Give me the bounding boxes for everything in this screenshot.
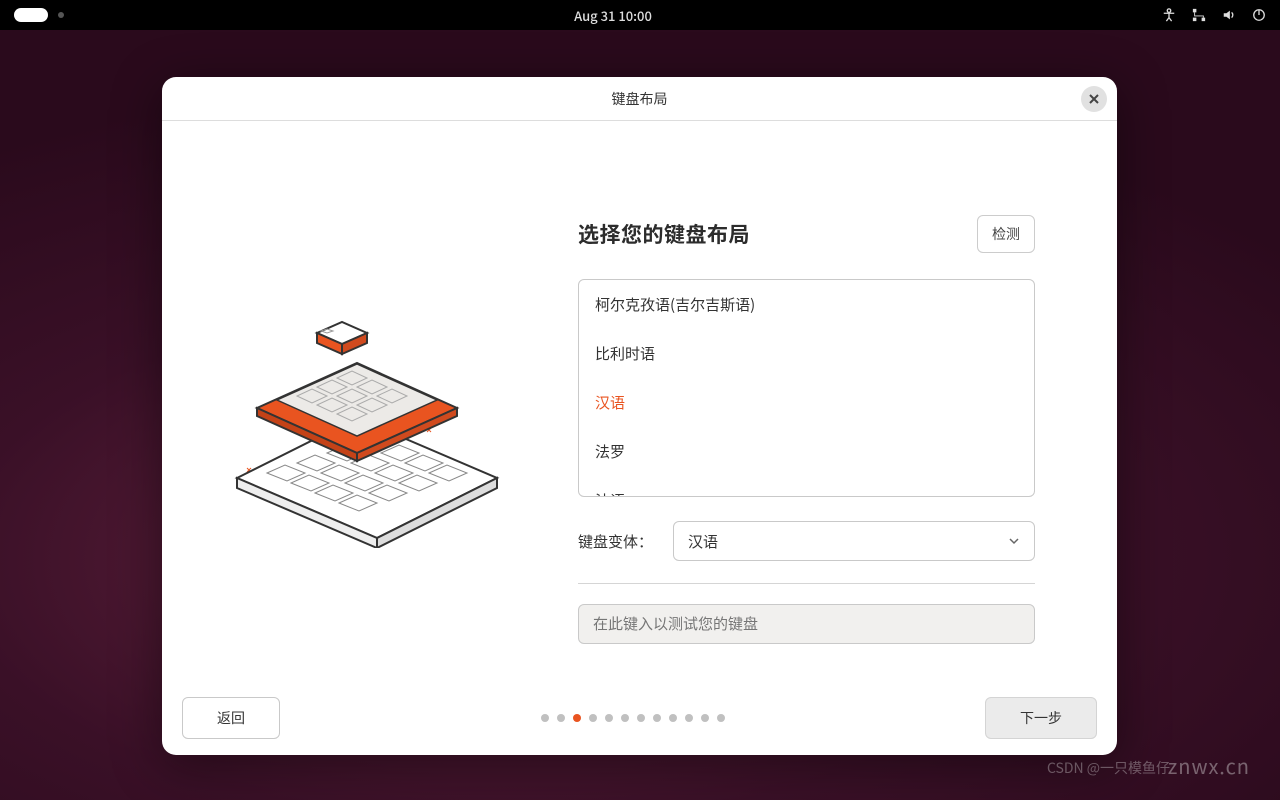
step-dot — [589, 714, 597, 722]
step-dot — [621, 714, 629, 722]
step-dot — [605, 714, 613, 722]
step-dots — [541, 714, 725, 722]
activities-pill[interactable] — [14, 8, 48, 22]
list-item[interactable]: 柯尔克孜语(吉尔吉斯语) — [579, 280, 1034, 329]
step-dot — [637, 714, 645, 722]
list-item[interactable]: 比利时语 — [579, 329, 1034, 378]
dialog-title: 键盘布局 — [612, 89, 668, 109]
dialog-content: 选择您的键盘布局 检测 柯尔克孜语(吉尔吉斯语)比利时语汉语法罗法语 键盘变体：… — [162, 121, 1117, 695]
power-icon[interactable] — [1252, 8, 1266, 22]
list-item[interactable]: 法语 — [579, 476, 1034, 497]
next-button[interactable]: 下一步 — [985, 697, 1097, 739]
dialog-footer: 返回 下一步 — [162, 695, 1117, 755]
network-icon[interactable] — [1192, 8, 1206, 22]
watermark-author: CSDN @一只模鱼仔 — [1047, 758, 1170, 778]
dialog-header: 键盘布局 — [162, 77, 1117, 121]
step-dot — [653, 714, 661, 722]
variant-select-value: 汉语 — [688, 531, 718, 552]
divider — [578, 583, 1035, 584]
step-dot — [685, 714, 693, 722]
illustration-pane — [162, 121, 572, 695]
gnome-topbar: Aug 31 10:00 — [0, 0, 1280, 30]
topbar-datetime[interactable]: Aug 31 10:00 — [64, 6, 1162, 25]
form-pane: 选择您的键盘布局 检测 柯尔克孜语(吉尔吉斯语)比利时语汉语法罗法语 键盘变体：… — [572, 121, 1117, 695]
installer-dialog: 键盘布局 — [162, 77, 1117, 755]
volume-icon[interactable] — [1222, 8, 1236, 22]
step-dot — [717, 714, 725, 722]
close-button[interactable] — [1081, 86, 1107, 112]
accessibility-icon[interactable] — [1162, 8, 1176, 22]
list-item[interactable]: 汉语 — [579, 378, 1034, 427]
keyboard-illustration — [217, 288, 517, 548]
heading-row: 选择您的键盘布局 检测 — [578, 215, 1035, 253]
watermark-site: znwx.cn — [1168, 751, 1250, 780]
close-icon — [1089, 94, 1099, 104]
step-dot — [557, 714, 565, 722]
variant-select[interactable]: 汉语 — [673, 521, 1035, 561]
step-dot — [669, 714, 677, 722]
step-dot — [573, 714, 581, 722]
variant-label: 键盘变体： — [578, 531, 653, 552]
back-button[interactable]: 返回 — [182, 697, 280, 739]
detect-button[interactable]: 检测 — [977, 215, 1035, 253]
step-dot — [541, 714, 549, 722]
list-item[interactable]: 法罗 — [579, 427, 1034, 476]
topbar-tray[interactable] — [1162, 8, 1266, 22]
step-dot — [701, 714, 709, 722]
variant-row: 键盘变体： 汉语 — [578, 517, 1035, 561]
keyboard-test-input[interactable] — [578, 604, 1035, 644]
keyboard-layout-list[interactable]: 柯尔克孜语(吉尔吉斯语)比利时语汉语法罗法语 — [578, 279, 1035, 497]
topbar-left — [14, 8, 64, 22]
chevron-down-icon — [1008, 535, 1020, 547]
form-heading: 选择您的键盘布局 — [578, 219, 750, 249]
